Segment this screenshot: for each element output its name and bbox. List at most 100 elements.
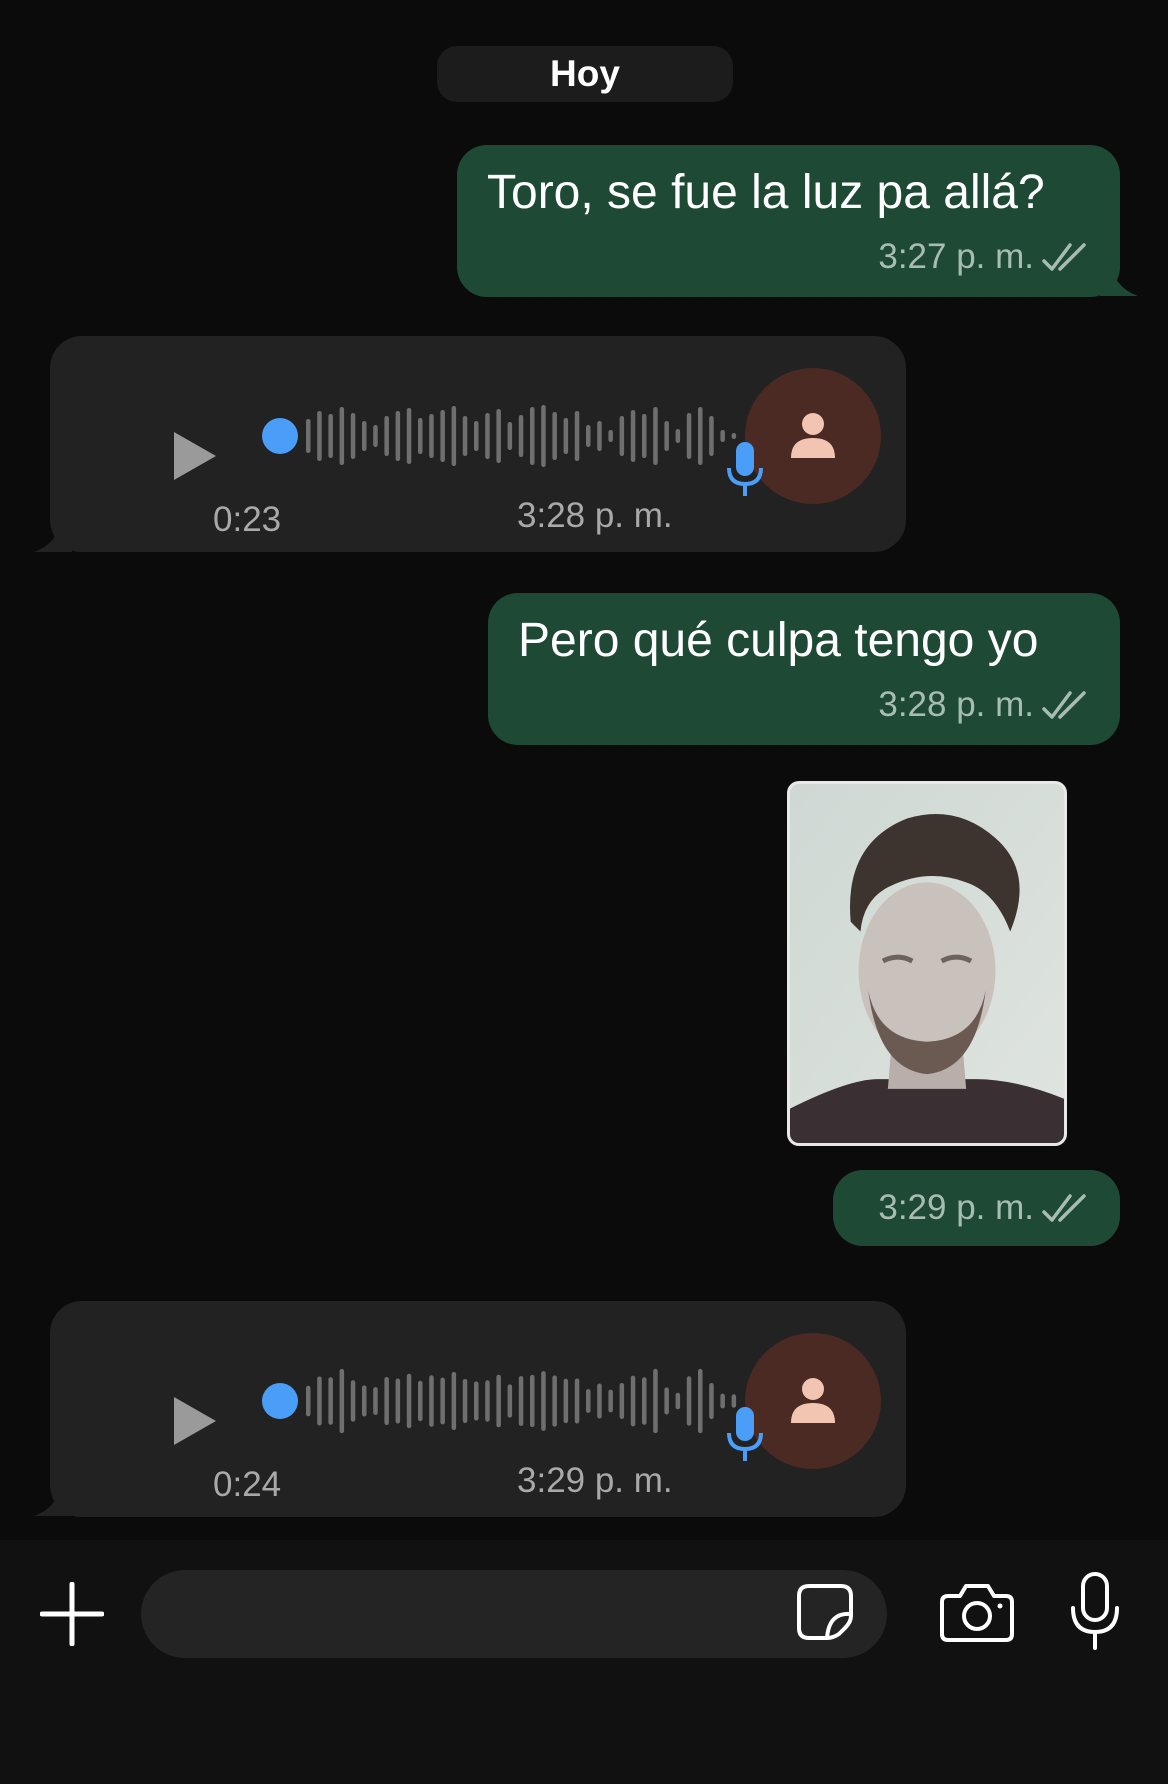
voice-duration: 0:24 [213,1465,282,1504]
waveform-bar [552,1375,557,1427]
message-time: 3:27 p. m. [878,237,1034,276]
waveform-bar [317,1376,322,1426]
message-meta: 3:29 p. m. [878,1188,1090,1228]
waveform-bar [630,1375,636,1427]
waveform-bar [339,1368,345,1434]
message-input[interactable] [141,1570,887,1658]
waveform-bar [496,1374,501,1428]
waveform-bar [507,422,513,450]
waveform-bar [664,421,669,451]
waveform-bar [642,414,647,458]
playback-scrubber[interactable] [262,1383,298,1419]
waveform-bar [384,416,389,456]
waveform-bar [597,421,602,451]
avatar [745,368,881,504]
waveform-bar [474,1381,479,1421]
waveform-bar [328,1377,333,1425]
waveform-bar [373,425,378,447]
waveform-bar [608,1389,613,1413]
waveform-bar [306,419,311,453]
waveform-bar [350,1380,356,1422]
waveform-bar [698,1368,703,1434]
waveform-bar [485,413,490,459]
waveform-bar [675,429,681,443]
mic-icon [727,442,763,496]
waveform-bar [709,1383,714,1419]
waveform-bar [630,410,636,462]
waveform-bar [373,1387,378,1415]
waveform-bar [686,413,692,459]
double-check-icon [1042,1194,1086,1222]
message-bubble-outgoing[interactable]: 3:29 p. m. [833,1170,1120,1246]
waveform-bar [317,411,322,461]
waveform-bar [642,1377,647,1425]
waveform-bar [440,1377,445,1425]
date-separator: Hoy [437,46,733,102]
waveform-bar [384,1377,389,1425]
message-meta: 3:28 p. m. [878,685,1090,725]
message-time: 3:28 p. m. [517,496,673,535]
play-icon[interactable] [170,428,220,484]
playback-scrubber[interactable] [262,418,298,454]
message-meta: 3:27 p. m. [878,237,1090,277]
waveform-bar [350,413,356,459]
waveform-bar [362,1385,367,1417]
waveform-bar [496,409,501,463]
message-time: 3:29 p. m. [517,1461,673,1500]
camera-icon[interactable] [940,1580,1014,1644]
message-text: Pero qué culpa tengo yo [518,614,1039,667]
waveform-bar [664,1387,669,1415]
mic-icon[interactable] [1068,1572,1122,1652]
waveform-bar [418,418,423,454]
plus-icon[interactable] [40,1582,104,1646]
waveform-bar [563,418,569,454]
bubble-tail [1100,258,1138,296]
message-bubble-outgoing[interactable]: Pero qué culpa tengo yo 3:28 p. m. [488,593,1120,745]
waveform-bar [731,433,737,439]
waveform-bar [709,416,714,456]
waveform-bar [586,1389,591,1413]
message-bubble-outgoing[interactable]: Toro, se fue la luz pa allá? 3:27 p. m. [457,145,1120,297]
waveform-bar [530,1374,535,1428]
waveform-bar [653,1368,658,1434]
chat-screen: Hoy Toro, se fue la luz pa allá? 3:27 p.… [0,0,1168,1784]
waveform-bar [395,1378,401,1424]
waveform-bar [429,1375,434,1427]
waveform-bar [507,1384,513,1418]
message-time: 3:29 p. m. [878,1188,1034,1227]
waveform-bar [462,1379,468,1423]
avatar [745,1333,881,1469]
waveform-bar [518,1376,524,1426]
waveform-bar [306,1385,311,1417]
voice-duration: 0:23 [213,500,282,539]
waveform-bar [541,1371,546,1431]
waveform-bar [406,408,412,464]
waveform-bar [541,405,546,467]
double-check-icon [1042,243,1086,271]
person-icon [791,1378,835,1423]
waveform-bar [608,430,613,442]
waveform-bar [552,412,557,460]
waveform-bar [675,1392,681,1410]
waveform-bar [485,1380,490,1422]
waveform[interactable] [260,396,740,476]
voice-message-incoming[interactable]: 0:24 3:29 p. m. [50,1301,906,1517]
waveform[interactable] [260,1361,740,1441]
image-message[interactable] [787,781,1067,1146]
waveform-bar [474,421,479,451]
waveform-bar [653,407,658,465]
waveform-bar [395,411,401,461]
sticker-icon[interactable] [795,1582,855,1642]
waveform-bar [418,1380,423,1422]
waveform-bar [362,421,367,451]
person-icon [791,413,835,458]
message-text: Toro, se fue la luz pa allá? [487,166,1045,219]
message-time: 3:28 p. m. [878,685,1034,724]
waveform-bar [518,415,524,457]
waveform-bar [451,406,457,466]
waveform-bar [462,416,468,456]
waveform-bar [597,1383,602,1419]
play-icon[interactable] [170,1393,220,1449]
voice-message-incoming[interactable]: 0:23 3:28 p. m. [50,336,906,552]
waveform-bar [563,1378,569,1424]
